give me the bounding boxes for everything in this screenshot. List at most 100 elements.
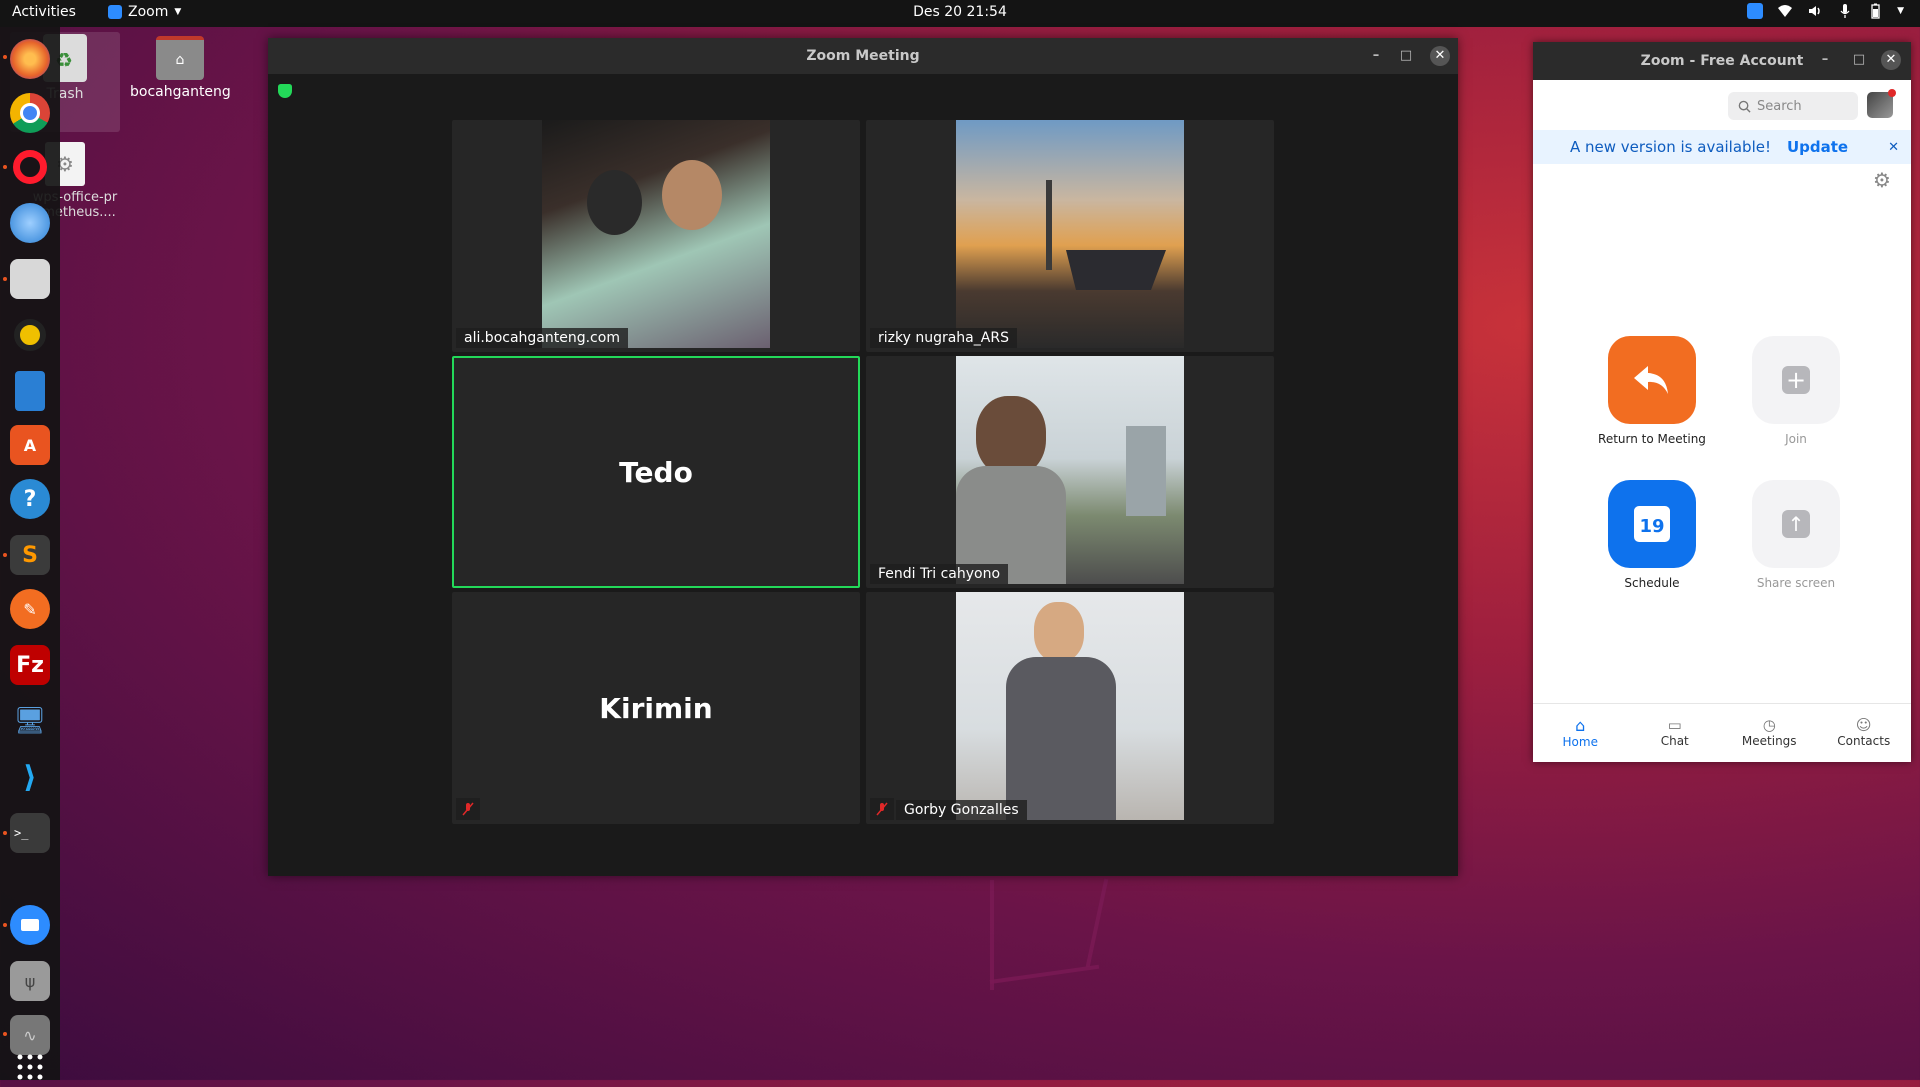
show-applications-icon[interactable]	[10, 1047, 50, 1087]
usb-drive-icon[interactable]: ψ	[10, 961, 50, 1001]
update-link[interactable]: Update	[1787, 138, 1848, 156]
dock: A ? S ✎ Fz 🖥 ⟩ >_ ψ ∿	[0, 27, 60, 1080]
vscode-icon[interactable]: ⟩	[10, 757, 50, 797]
participant-tile[interactable]: Kirimin	[452, 592, 860, 824]
zoom-meeting-window[interactable]: Zoom Meeting – □ ✕ ali.bocahganteng.com …	[268, 38, 1458, 876]
schedule-action[interactable]: 19 Schedule	[1592, 480, 1712, 590]
search-icon	[1738, 100, 1751, 113]
thunderbird-icon[interactable]	[10, 203, 50, 243]
running-indicator	[3, 277, 7, 281]
clock-icon: ◷	[1762, 716, 1776, 734]
calendar-icon: 19	[1634, 506, 1670, 542]
close-button[interactable]: ✕	[1881, 50, 1901, 70]
face-shape	[587, 170, 642, 235]
participant-name-large: Tedo	[619, 455, 693, 489]
remote-desktop-icon[interactable]: 🖥	[10, 701, 50, 741]
microphone-icon	[1840, 4, 1850, 18]
participant-tile[interactable]: Fendi Tri cahyono	[866, 356, 1274, 588]
share-arrow-icon: ↑	[1782, 510, 1810, 538]
maximize-button[interactable]: □	[1396, 46, 1416, 66]
avatar[interactable]	[1867, 89, 1896, 118]
return-arrow-icon	[1634, 366, 1668, 394]
bottom-tab-bar: ⌂ Home ▭ Chat ◷ Meetings ☺ Contacts	[1533, 703, 1911, 762]
running-indicator	[3, 831, 7, 835]
participant-name: ali.bocahganteng.com	[456, 328, 628, 348]
inkscape-icon[interactable]: ✎	[10, 589, 50, 629]
running-indicator	[3, 55, 7, 59]
maximize-button[interactable]: □	[1849, 50, 1869, 70]
zoom-icon[interactable]	[10, 905, 50, 945]
firefox-icon[interactable]	[10, 39, 50, 79]
tab-chat-label: Chat	[1660, 734, 1689, 748]
settings-gear-icon[interactable]: ⚙	[1873, 168, 1891, 192]
system-menu-caret-icon[interactable]: ▼	[1897, 6, 1904, 16]
home-titlebar[interactable]: Zoom - Free Account – □ ✕	[1533, 42, 1911, 80]
schedule-label: Schedule	[1624, 576, 1680, 590]
terminal-icon[interactable]: >_	[10, 813, 50, 853]
search-box[interactable]: Search	[1728, 92, 1858, 120]
tab-chat[interactable]: ▭ Chat	[1628, 704, 1723, 762]
minimize-button[interactable]: –	[1366, 46, 1386, 66]
tab-contacts-label: Contacts	[1837, 734, 1891, 748]
tab-contacts[interactable]: ☺ Contacts	[1817, 704, 1912, 762]
system-tray[interactable]: ▼	[1747, 3, 1904, 19]
help-icon[interactable]: ?	[10, 479, 50, 519]
share-screen-label: Share screen	[1756, 576, 1836, 590]
chat-icon: ▭	[1667, 716, 1682, 734]
top-bar: Activities Zoom ▼ Des 20 21:54 ▼	[0, 0, 1920, 27]
participant-name: Gorby Gonzalles	[896, 800, 1027, 820]
tab-home[interactable]: ⌂ Home	[1533, 704, 1628, 762]
face-shape	[1034, 602, 1084, 662]
tab-meetings[interactable]: ◷ Meetings	[1722, 704, 1817, 762]
meeting-title: Zoom Meeting	[806, 48, 920, 64]
ship-shape	[1066, 250, 1166, 290]
desktop-icon-home[interactable]: ⌂ bocahganteng	[130, 36, 231, 100]
close-button[interactable]: ✕	[1430, 46, 1450, 66]
participant-tile[interactable]: Gorby Gonzalles	[866, 592, 1274, 824]
return-to-meeting-action[interactable]: Return to Meeting	[1592, 336, 1712, 446]
tab-home-label: Home	[1562, 735, 1598, 749]
participant-video	[542, 120, 770, 348]
running-indicator	[3, 1032, 7, 1036]
minimize-button[interactable]: –	[1815, 50, 1835, 70]
home-icon: ⌂	[1575, 716, 1586, 735]
wallpaper-line	[989, 964, 1100, 984]
participant-tile[interactable]: ali.bocahganteng.com	[452, 120, 860, 352]
schedule-button[interactable]: 19	[1608, 480, 1696, 568]
return-to-meeting-label: Return to Meeting	[1598, 432, 1706, 446]
notification-dot	[1888, 89, 1896, 97]
participant-tile-active-speaker[interactable]: Tedo	[452, 356, 860, 588]
participant-name: rizky nugraha_ARS	[870, 328, 1017, 348]
person-shape	[976, 396, 1046, 476]
participant-name-large: Kirimin	[599, 691, 713, 725]
running-indicator	[3, 923, 7, 927]
person-shape	[1006, 657, 1116, 820]
filezilla-icon[interactable]: Fz	[10, 645, 50, 685]
clock[interactable]: Des 20 21:54	[0, 4, 1920, 20]
join-label: Join	[1785, 432, 1807, 446]
share-screen-button: ↑	[1752, 480, 1840, 568]
muted-mic-icon	[870, 798, 894, 820]
encryption-shield-icon[interactable]	[278, 84, 292, 98]
update-banner: A new version is available! Update ✕	[1533, 130, 1911, 164]
close-banner-icon[interactable]: ✕	[1888, 140, 1899, 155]
search-placeholder: Search	[1757, 98, 1802, 114]
sublime-text-icon[interactable]: S	[10, 535, 50, 575]
join-action: + Join	[1736, 336, 1856, 446]
chrome-icon[interactable]	[10, 93, 50, 133]
tab-meetings-label: Meetings	[1741, 734, 1797, 748]
participant-tile[interactable]: rizky nugraha_ARS	[866, 120, 1274, 352]
rhythmbox-icon[interactable]	[10, 315, 50, 355]
zoom-home-window[interactable]: Zoom - Free Account – □ ✕ Search A new v…	[1533, 42, 1911, 762]
files-icon[interactable]	[10, 259, 50, 299]
zoom-tray-icon[interactable]	[1747, 3, 1764, 19]
meeting-titlebar[interactable]: Zoom Meeting – □ ✕	[268, 38, 1458, 74]
writer-icon[interactable]	[15, 371, 45, 411]
opera-icon[interactable]	[10, 147, 50, 187]
plus-icon: +	[1782, 366, 1810, 394]
software-center-icon[interactable]: A	[10, 425, 50, 465]
battery-icon	[1871, 3, 1880, 19]
home-title: Zoom - Free Account	[1640, 53, 1804, 69]
wallpaper-line	[1085, 878, 1109, 968]
return-to-meeting-button[interactable]	[1608, 336, 1696, 424]
